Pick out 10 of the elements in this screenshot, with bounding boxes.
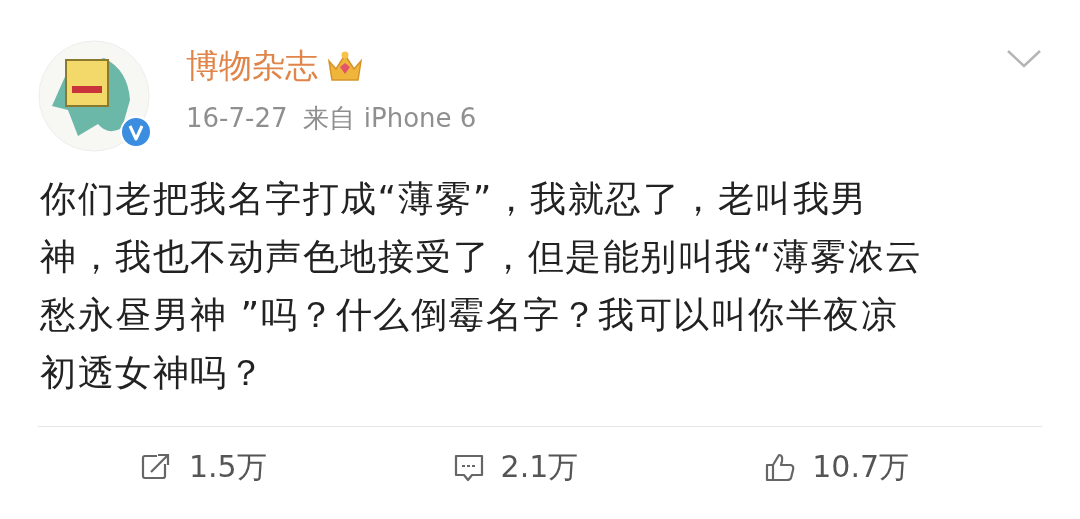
post-source: 来自 iPhone 6 <box>303 102 477 134</box>
comment-button[interactable]: 2.1万 <box>452 447 579 487</box>
avatar[interactable] <box>38 40 150 152</box>
share-icon <box>140 452 173 482</box>
comment-icon <box>452 452 485 482</box>
post-text: 你们老把我名字打成“薄雾”，我就忍了，老叫我男 神，我也不动声色地接受了，但是能别叫我“薄雾浓云 愁永昼男神 ”吗？什么倒霉名字？我可以叫你半夜凉 初透女神吗？ <box>40 177 924 395</box>
repost-button[interactable]: 1.5万 <box>140 447 267 487</box>
post-time: 16-7-27 <box>186 102 288 134</box>
thumbs-up-icon <box>764 452 797 482</box>
like-button[interactable]: 10.7万 <box>764 447 910 487</box>
